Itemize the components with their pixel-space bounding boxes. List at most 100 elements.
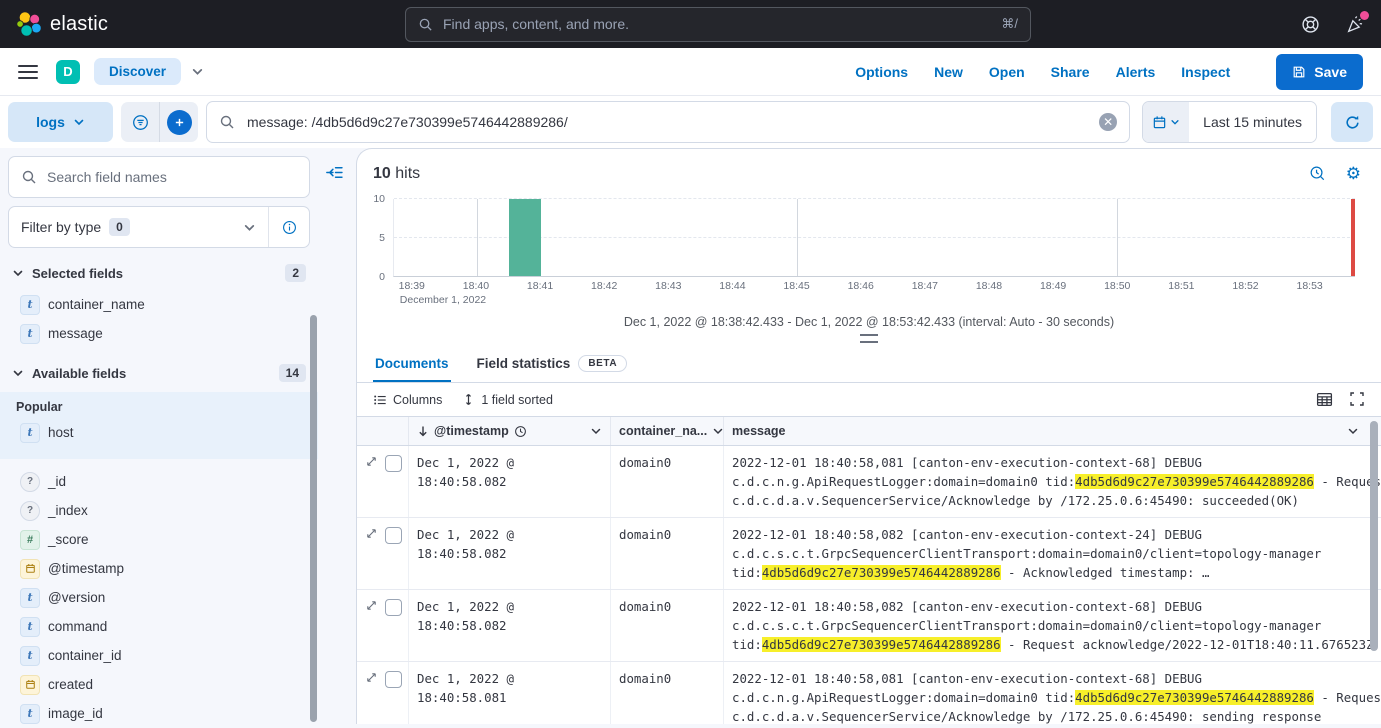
chevron-down-icon[interactable] xyxy=(191,65,204,78)
hits-counter: 10 hits xyxy=(357,149,1381,183)
column-menu-chevron[interactable] xyxy=(590,425,602,437)
field-search-wrapper xyxy=(8,156,310,198)
query-input-wrapper: ✕ xyxy=(206,101,1130,143)
add-filter-button[interactable] xyxy=(160,110,198,135)
menu-inspect[interactable]: Inspect xyxy=(1181,64,1230,80)
filter-menu-icon[interactable] xyxy=(121,114,159,131)
field-search-input[interactable] xyxy=(45,168,297,186)
x-axis-tick-label: 18:43 xyxy=(655,280,681,292)
field-item-command[interactable]: tcommand xyxy=(16,612,306,641)
x-axis-tick-label: 18:42 xyxy=(591,280,617,292)
field-item-host[interactable]: thost xyxy=(16,418,302,447)
sidebar-scrollbar-thumb[interactable] xyxy=(310,315,317,722)
tab-field-statistics[interactable]: Field statistics BETA xyxy=(475,349,630,382)
message-text: c.d.c.s.c.t.GrpcSequencerClientTransport… xyxy=(732,546,1321,561)
header-timestamp[interactable]: @timestamp xyxy=(409,417,611,445)
menu-alerts[interactable]: Alerts xyxy=(1116,64,1156,80)
search-highlight: 4db5d6d9c27e730399e5746442889286 xyxy=(762,565,1001,580)
display-options-icon[interactable] xyxy=(1316,391,1333,408)
field-item-message[interactable]: tmessage xyxy=(16,319,310,348)
container-name-cell: domain0 xyxy=(611,446,724,517)
expand-row-icon[interactable] xyxy=(365,527,378,540)
field-label: image_id xyxy=(48,706,103,721)
column-menu-chevron[interactable] xyxy=(712,425,724,437)
data-view-picker[interactable]: logs xyxy=(8,102,113,142)
menu-new[interactable]: New xyxy=(934,64,963,80)
date-picker: Last 15 minutes xyxy=(1142,101,1317,143)
header-message[interactable]: message xyxy=(724,417,1381,445)
header-container-name[interactable]: container_na... xyxy=(611,417,724,445)
calendar-icon[interactable] xyxy=(1143,102,1189,142)
field-item-_score[interactable]: #_score xyxy=(16,525,306,554)
edit-visualization-icon[interactable] xyxy=(1309,165,1326,182)
clear-query-icon[interactable]: ✕ xyxy=(1099,113,1117,131)
sidebar-gutter xyxy=(318,148,356,724)
x-gridline xyxy=(797,199,798,276)
expand-row-icon[interactable] xyxy=(365,455,378,468)
message-text: c.d.c.d.a.v.SequencerService/Acknowledge… xyxy=(732,493,1299,508)
global-search-input[interactable] xyxy=(441,15,993,33)
field-type-t-icon: t xyxy=(20,617,40,637)
expand-row-icon[interactable] xyxy=(365,671,378,684)
save-button[interactable]: Save xyxy=(1276,54,1363,90)
menu-icon[interactable] xyxy=(18,65,38,79)
histogram-bar[interactable] xyxy=(509,199,541,276)
menu-options[interactable]: Options xyxy=(855,64,908,80)
histogram-plot[interactable] xyxy=(393,199,1355,277)
breadcrumb[interactable]: Discover xyxy=(94,58,181,85)
field-item-created[interactable]: created xyxy=(16,670,306,699)
discover-app-badge: D xyxy=(56,60,80,84)
time-range-label[interactable]: Last 15 minutes xyxy=(1189,102,1316,142)
search-icon xyxy=(418,17,433,32)
field-item-@timestamp[interactable]: @timestamp xyxy=(16,554,306,583)
field-item-_id[interactable]: ?_id xyxy=(16,467,306,496)
query-input[interactable] xyxy=(245,113,1089,131)
row-checkbox[interactable] xyxy=(385,599,402,616)
global-search[interactable]: ⌘/ xyxy=(405,7,1031,42)
field-item-container_name[interactable]: tcontainer_name xyxy=(16,290,310,319)
columns-button[interactable]: Columns xyxy=(373,393,442,407)
row-controls xyxy=(357,662,409,724)
tab-documents[interactable]: Documents xyxy=(373,349,451,382)
newsfeed-icon[interactable] xyxy=(1346,15,1365,34)
container-name-cell: domain0 xyxy=(611,590,724,661)
current-time-marker xyxy=(1351,199,1355,276)
y-axis-tick-label: 5 xyxy=(379,232,385,244)
info-icon[interactable] xyxy=(268,207,309,247)
fullscreen-icon[interactable] xyxy=(1349,391,1365,408)
available-fields-header[interactable]: Available fields 14 xyxy=(12,364,306,382)
menu-open[interactable]: Open xyxy=(989,64,1025,80)
column-menu-chevron[interactable] xyxy=(1347,425,1359,437)
expand-row-icon[interactable] xyxy=(365,599,378,612)
field-item-_index[interactable]: ?_index xyxy=(16,496,306,525)
row-checkbox[interactable] xyxy=(385,455,402,472)
refresh-button[interactable] xyxy=(1331,102,1373,142)
selected-fields-header[interactable]: Selected fields 2 xyxy=(12,264,306,282)
query-bar: logs ✕ Last 15 m xyxy=(0,96,1381,148)
grid-header: @timestamp container_na... message xyxy=(357,416,1381,446)
field-item-@version[interactable]: t@version xyxy=(16,583,306,612)
collapse-sidebar-icon[interactable] xyxy=(326,164,343,181)
row-controls xyxy=(357,590,409,661)
sort-fields-button[interactable]: 1 field sorted xyxy=(462,393,553,407)
row-checkbox[interactable] xyxy=(385,527,402,544)
chart-options-gear-icon[interactable]: ⚙ xyxy=(1346,165,1361,182)
elastic-logo[interactable]: elastic xyxy=(16,11,108,37)
message-cell: 2022-12-01 18:40:58,082 [canton-env-exec… xyxy=(724,590,1381,661)
container-name-cell: domain0 xyxy=(611,518,724,589)
field-item-container_id[interactable]: tcontainer_id xyxy=(16,641,306,670)
field-type-t-icon: t xyxy=(20,646,40,666)
selected-fields-count: 2 xyxy=(285,264,306,282)
menu-share[interactable]: Share xyxy=(1051,64,1090,80)
table-row: Dec 1, 2022 @ 18:40:58.082domain02022-12… xyxy=(357,446,1381,518)
row-checkbox[interactable] xyxy=(385,671,402,688)
popular-fields-section: Popular thost xyxy=(0,392,318,459)
x-axis-tick-label: 18:39 xyxy=(399,280,425,292)
grid-scrollbar-thumb[interactable] xyxy=(1370,421,1378,651)
message-line: 2022-12-01 18:40:58,082 [canton-env-exec… xyxy=(732,525,1373,544)
help-icon[interactable] xyxy=(1301,15,1320,34)
x-axis-tick-label: 18:53 xyxy=(1297,280,1323,292)
filter-by-type-button[interactable]: Filter by type 0 xyxy=(9,218,268,236)
resize-handle[interactable] xyxy=(860,334,878,343)
row-controls xyxy=(357,446,409,517)
